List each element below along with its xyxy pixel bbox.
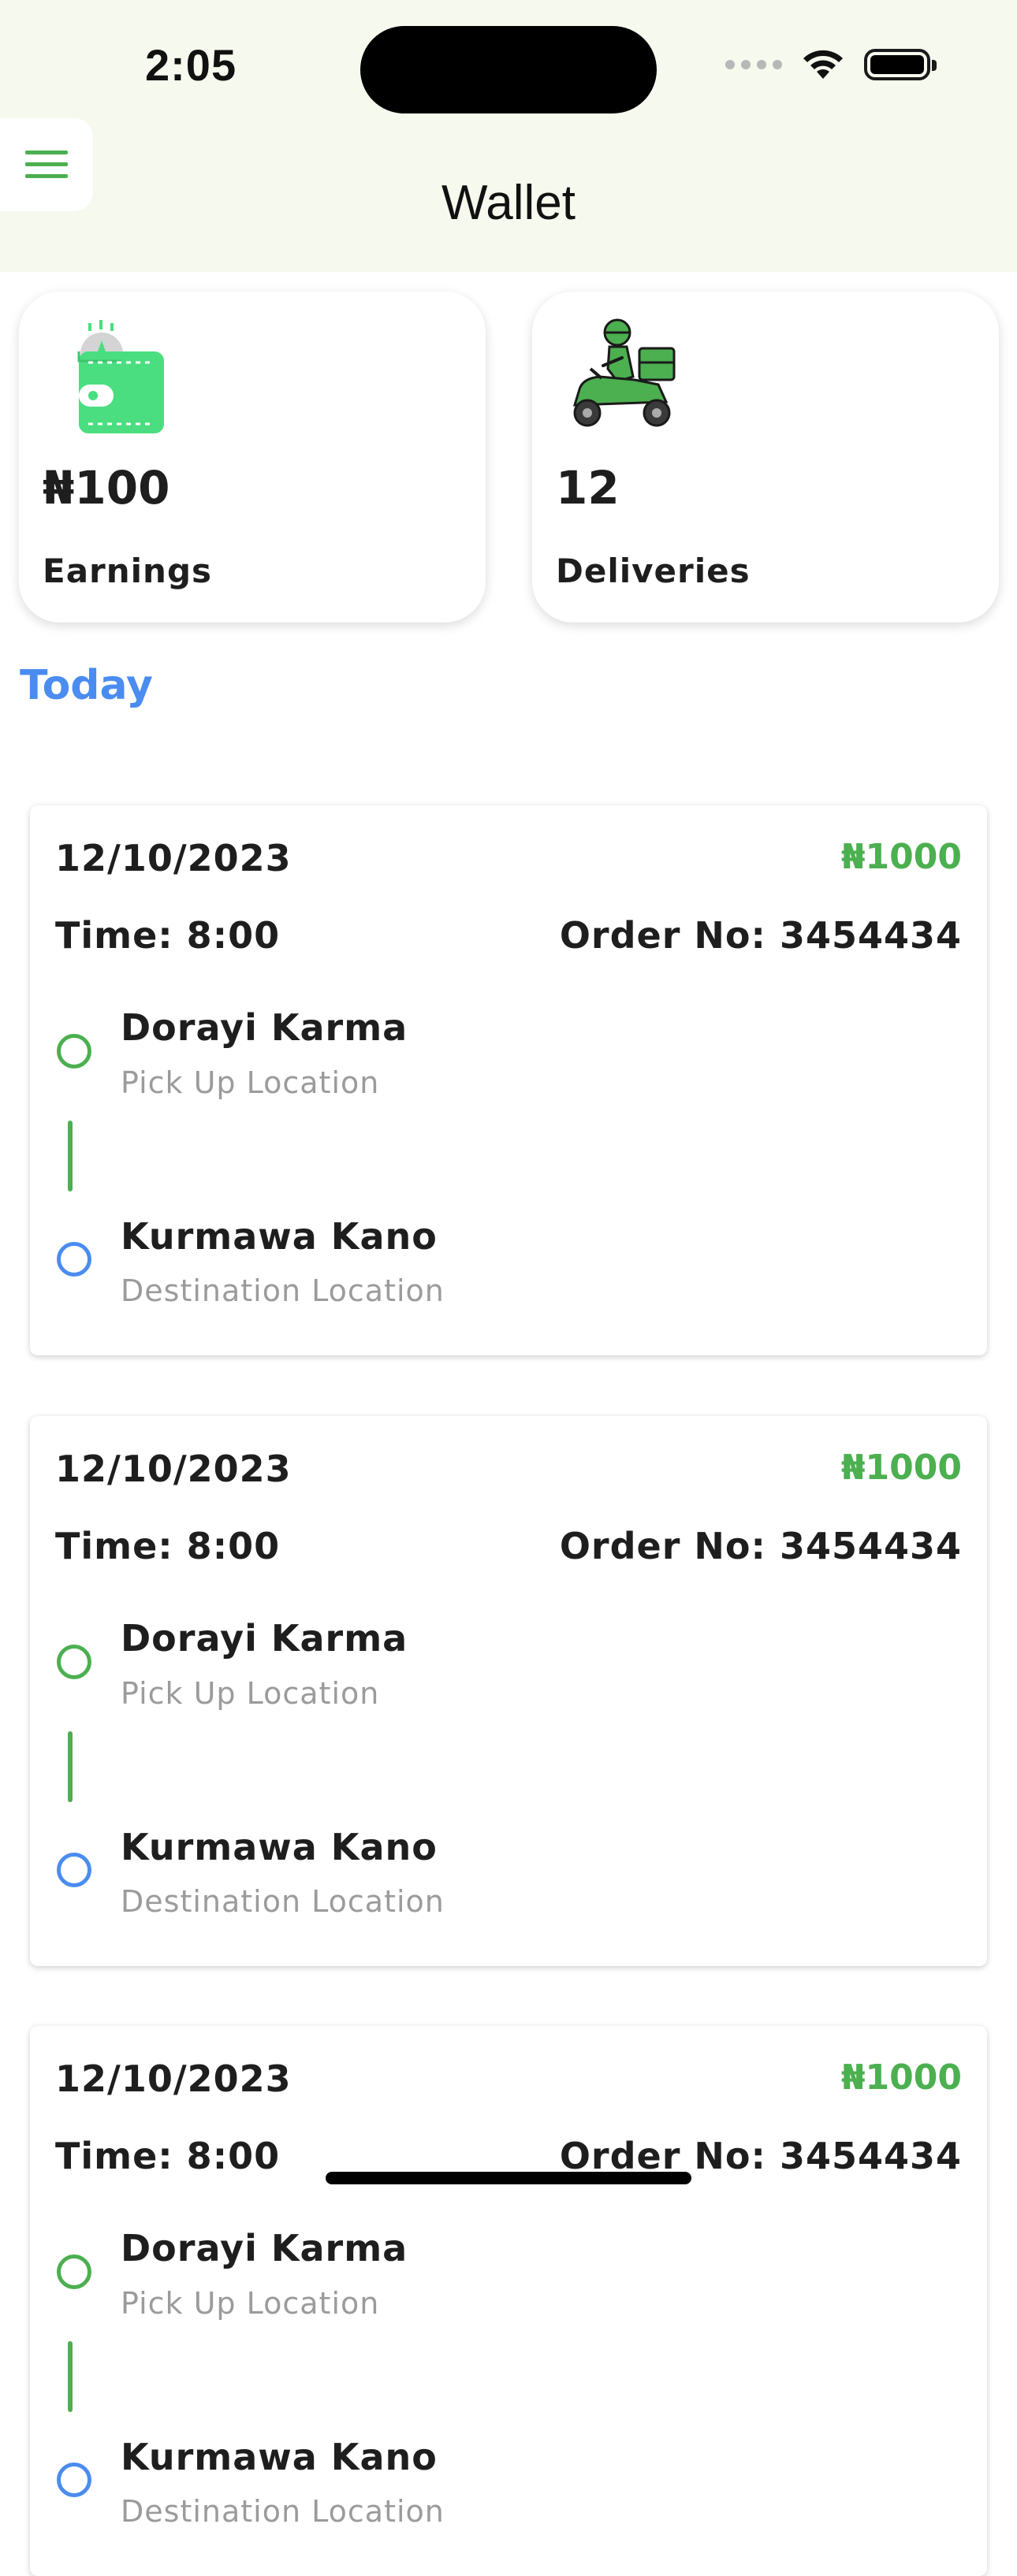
destination-marker-icon [57, 1242, 91, 1277]
order-time: Time: 8:00 [55, 2135, 281, 2177]
wallet-icon [77, 320, 164, 433]
cellular-signal-icon [725, 60, 782, 69]
deliveries-value: 12 [556, 461, 620, 515]
order-card[interactable]: 12/10/2023 ₦1000 Time: 8:00 Order No: 34… [30, 805, 987, 1355]
earnings-value: ₦100 [43, 461, 170, 515]
order-amount: ₦1000 [840, 837, 962, 877]
pickup-label: Pick Up Location [121, 1676, 380, 1711]
battery-icon [864, 49, 937, 80]
wifi-icon [803, 50, 843, 79]
status-time: 2:05 [145, 40, 237, 90]
destination-label: Destination Location [121, 1884, 445, 1919]
status-icons [725, 47, 937, 82]
order-number: Order No: 3454434 [559, 2135, 962, 2177]
destination-name: Kurmawa Kano [121, 1826, 438, 1868]
pickup-marker-icon [57, 1645, 91, 1679]
order-time: Time: 8:00 [55, 914, 281, 957]
order-date: 12/10/2023 [55, 1448, 292, 1490]
deliveries-card[interactable]: 12 Deliveries [532, 292, 999, 623]
order-number: Order No: 3454434 [559, 914, 962, 957]
order-time: Time: 8:00 [55, 1525, 281, 1567]
route-connector [68, 1731, 73, 1802]
earnings-label: Earnings [43, 552, 213, 590]
destination-name: Kurmawa Kano [121, 1215, 438, 1258]
order-card[interactable]: 12/10/2023 ₦1000 Time: 8:00 Order No: 34… [30, 2026, 987, 2576]
destination-marker-icon [57, 2463, 91, 2497]
pickup-name: Dorayi Karma [121, 1006, 408, 1049]
header-bar: 2:05 Wallet [0, 0, 1017, 272]
route-connector [68, 2341, 73, 2412]
order-amount: ₦1000 [840, 1448, 962, 1488]
home-indicator[interactable] [326, 2172, 691, 2184]
destination-label: Destination Location [121, 1273, 445, 1308]
section-title-today: Today [20, 662, 153, 709]
pickup-label: Pick Up Location [121, 2286, 380, 2321]
deliveries-label: Deliveries [556, 552, 751, 590]
order-card[interactable]: 12/10/2023 ₦1000 Time: 8:00 Order No: 34… [30, 1416, 987, 1966]
order-date: 12/10/2023 [55, 837, 292, 879]
destination-label: Destination Location [121, 2494, 445, 2529]
destination-name: Kurmawa Kano [121, 2436, 438, 2478]
order-number: Order No: 3454434 [559, 1525, 962, 1567]
dynamic-island [360, 26, 657, 113]
pickup-label: Pick Up Location [121, 1065, 380, 1100]
destination-marker-icon [57, 1853, 91, 1887]
order-amount: ₦1000 [840, 2057, 962, 2098]
pickup-marker-icon [57, 2254, 91, 2289]
route-connector [68, 1121, 73, 1191]
pickup-name: Dorayi Karma [121, 1617, 408, 1660]
earnings-card[interactable]: ₦100 Earnings [19, 292, 486, 623]
page-title: Wallet [441, 176, 576, 230]
delivery-scooter-icon [572, 318, 676, 427]
pickup-name: Dorayi Karma [121, 2227, 408, 2269]
pickup-marker-icon [57, 1034, 91, 1069]
order-date: 12/10/2023 [55, 2057, 292, 2100]
